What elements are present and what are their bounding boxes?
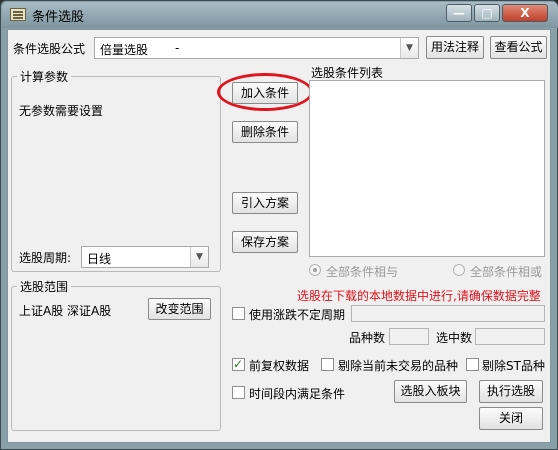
period-select-value: 日线 xyxy=(87,252,112,266)
chevron-down-icon[interactable]: ▼ xyxy=(400,38,418,58)
add-to-block-button[interactable]: 选股入板块 xyxy=(394,380,467,403)
view-formula-button[interactable]: 查看公式 xyxy=(490,36,547,59)
count-label: 品种数 xyxy=(349,331,386,345)
save-scheme-button[interactable]: 保存方案 xyxy=(232,231,298,253)
minimize-button[interactable]: — xyxy=(446,4,472,22)
execute-selection-button[interactable]: 执行选股 xyxy=(479,380,543,403)
title-bar[interactable]: 条件选股 — □ X xyxy=(2,2,558,28)
forward-adjust-checkbox[interactable] xyxy=(232,357,245,371)
scope-value: 上证A股 深证A股 xyxy=(19,304,112,318)
all-or-radio[interactable] xyxy=(453,264,465,276)
formula-select-value: 倍量选股 xyxy=(100,43,149,57)
condition-list[interactable] xyxy=(309,80,545,257)
unfixed-period-label: 使用涨跌不定周期 xyxy=(249,308,346,322)
dialog-body: 条件选股公式 倍量选股 - ▼ 用法注释 查看公式 计算参数 无参数需要设置 选… xyxy=(7,29,551,443)
add-condition-button[interactable]: 加入条件 xyxy=(232,82,298,104)
formula-select-suffix: - xyxy=(175,41,180,55)
data-notice: 选股在下载的本地数据中进行,请确保数据完整 xyxy=(297,289,541,303)
time-window-label: 时间段内满足条件 xyxy=(249,387,346,401)
formula-select[interactable]: 倍量选股 - ▼ xyxy=(94,37,419,59)
all-and-label: 全部条件相与 xyxy=(326,265,399,279)
delete-condition-button[interactable]: 删除条件 xyxy=(232,121,298,143)
selected-label: 选中数 xyxy=(436,331,473,345)
scope-group-label: 选股范围 xyxy=(17,278,72,295)
import-scheme-button[interactable]: 引入方案 xyxy=(232,192,298,214)
formula-label: 条件选股公式 xyxy=(13,42,86,56)
all-or-label: 全部条件相或 xyxy=(470,265,543,279)
unfixed-period-checkbox[interactable] xyxy=(232,307,245,320)
selected-field xyxy=(475,328,545,345)
period-select[interactable]: 日线 ▼ xyxy=(81,246,209,268)
close-window-button[interactable]: X xyxy=(502,4,548,22)
no-params-text: 无参数需要设置 xyxy=(19,104,104,118)
exclude-st-label: 剔除ST品种 xyxy=(482,359,545,373)
chevron-down-icon[interactable]: ▼ xyxy=(190,247,208,267)
window-title: 条件选股 xyxy=(32,10,85,25)
exclude-untraded-label: 剔除当前未交易的品种 xyxy=(338,359,459,373)
params-group-label: 计算参数 xyxy=(17,68,72,85)
exclude-st-checkbox[interactable] xyxy=(466,358,479,371)
maximize-button[interactable]: □ xyxy=(474,4,500,22)
app-icon xyxy=(10,8,26,21)
count-field xyxy=(389,328,429,345)
exclude-untraded-checkbox[interactable] xyxy=(321,358,334,371)
time-window-checkbox[interactable] xyxy=(232,386,245,399)
unfixed-period-field[interactable] xyxy=(351,305,545,322)
change-scope-button[interactable]: 改变范围 xyxy=(148,298,211,320)
close-button[interactable]: 关闭 xyxy=(479,407,543,430)
period-label: 选股周期: xyxy=(19,251,72,265)
forward-adjust-label: 前复权数据 xyxy=(249,359,310,373)
condition-list-label: 选股条件列表 xyxy=(311,66,384,80)
all-and-radio[interactable] xyxy=(309,264,321,276)
usage-notes-button[interactable]: 用法注释 xyxy=(426,36,484,59)
